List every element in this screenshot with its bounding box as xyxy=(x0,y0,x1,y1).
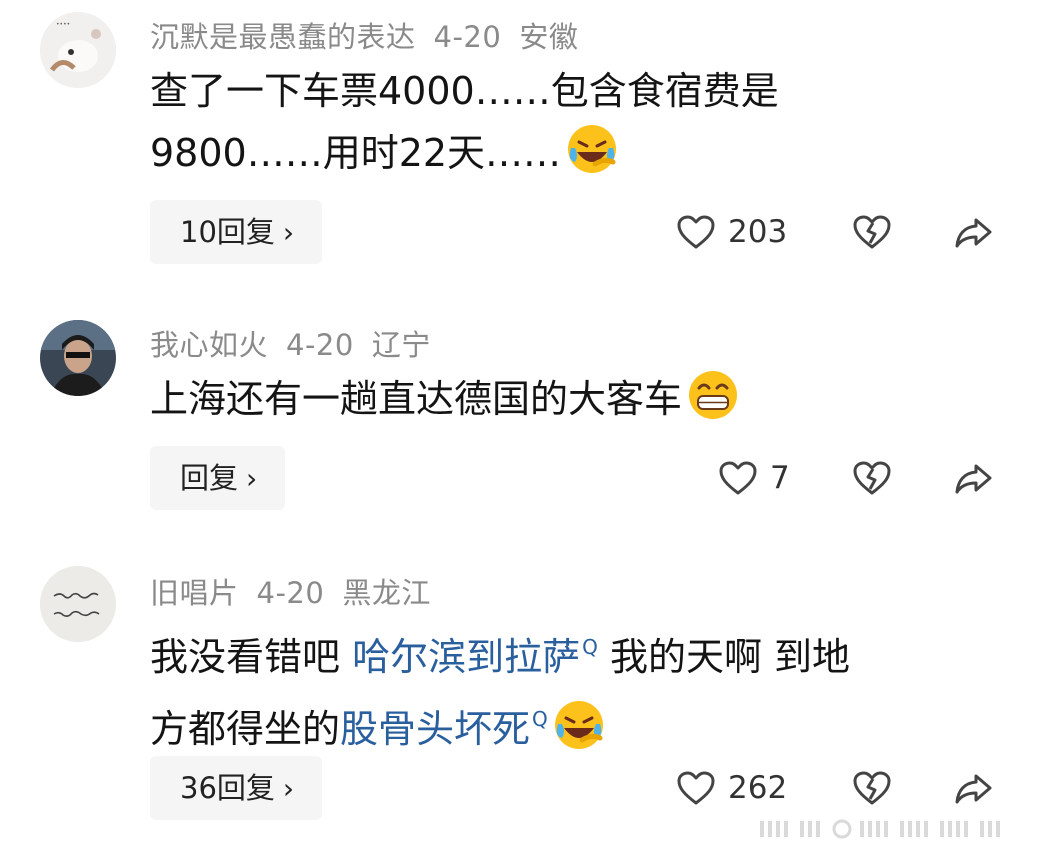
comment-meta: 旧唱片 4-20 黑龙江 xyxy=(150,570,449,612)
share-icon xyxy=(955,218,992,248)
username[interactable]: 我心如火 xyxy=(150,328,268,362)
broken-heart-icon xyxy=(853,771,891,805)
like-button[interactable]: 203 xyxy=(676,207,787,257)
dislike-button[interactable] xyxy=(852,453,892,503)
grinning-emoji-icon xyxy=(689,371,738,419)
comment-text-line: 上海还有一趟直达德国的大客车 xyxy=(150,368,740,430)
heart-icon xyxy=(677,215,715,249)
avatar[interactable]: •••• xyxy=(40,12,116,88)
share-button[interactable] xyxy=(954,453,994,503)
reply-label: 36回复 xyxy=(180,771,275,805)
share-icon xyxy=(955,464,992,494)
share-button[interactable] xyxy=(954,763,994,813)
laughing-crying-emoji-icon xyxy=(568,125,617,173)
reply-label: 回复 xyxy=(180,461,239,495)
reply-label: 10回复 xyxy=(180,215,275,249)
heart-icon xyxy=(719,461,757,495)
comment-text: 我没看错吧 哈尔滨到拉萨 Q 我的天啊 到地 方都得坐的股骨头坏死 Q xyxy=(150,616,850,760)
like-count: 203 xyxy=(728,214,788,250)
like-count: 7 xyxy=(770,460,790,496)
comment-meta: 沉默是最愚蠢的表达 4-20 安徽 xyxy=(150,14,596,56)
like-button[interactable]: 262 xyxy=(676,763,787,813)
broken-heart-icon xyxy=(853,461,891,495)
username[interactable]: 沉默是最愚蠢的表达 xyxy=(150,20,416,54)
username[interactable]: 旧唱片 xyxy=(150,576,239,610)
comment-date: 4-20 xyxy=(286,328,354,362)
reply-button[interactable]: 10回复 › xyxy=(150,200,323,264)
search-icon: Q xyxy=(532,707,548,731)
chevron-right-icon: › xyxy=(246,462,258,495)
avatar[interactable] xyxy=(40,320,116,396)
comment-text: 上海还有一趟直达德国的大客车 xyxy=(150,368,740,430)
chevron-right-icon: › xyxy=(282,216,295,249)
share-icon xyxy=(955,774,992,804)
comment-location: 安徽 xyxy=(519,20,579,54)
reply-button[interactable]: 36回复 › xyxy=(150,756,323,820)
watermark-icon xyxy=(760,819,1000,839)
comment-meta: 我心如火 4-20 辽宁 xyxy=(150,322,449,364)
heart-icon xyxy=(677,771,715,805)
comment-text-line: 我没看错吧 哈尔滨到拉萨 Q 我的天啊 到地 xyxy=(150,635,851,679)
svg-text:••••: •••• xyxy=(56,21,70,28)
avatar[interactable] xyxy=(40,566,116,642)
share-button[interactable] xyxy=(954,207,994,257)
comment-date: 4-20 xyxy=(256,576,325,610)
dislike-button[interactable] xyxy=(852,207,892,257)
like-count: 262 xyxy=(728,770,788,806)
comment-text-line: 方都得坐的股骨头坏死 Q xyxy=(150,688,850,760)
like-button[interactable]: 7 xyxy=(718,453,790,503)
reply-button[interactable]: 回复 › xyxy=(150,446,286,510)
search-icon: Q xyxy=(582,635,598,659)
comment-text-line: 9800……用时22天…… xyxy=(150,122,779,184)
broken-heart-icon xyxy=(853,215,891,249)
comment-text-line: 查了一下车票4000……包含食宿费是 xyxy=(150,69,779,113)
dislike-button[interactable] xyxy=(852,763,892,813)
search-link[interactable]: 股骨头坏死 Q xyxy=(340,707,548,751)
laughing-crying-emoji-icon xyxy=(554,701,603,749)
comment-date: 4-20 xyxy=(433,20,502,54)
comment-text: 查了一下车票4000……包含食宿费是 9800……用时22天…… xyxy=(150,60,779,184)
chevron-right-icon: › xyxy=(282,772,295,805)
search-link[interactable]: 哈尔滨到拉萨 Q xyxy=(352,635,598,679)
comment-location: 黑龙江 xyxy=(342,576,431,610)
comment-location: 辽宁 xyxy=(371,328,431,362)
